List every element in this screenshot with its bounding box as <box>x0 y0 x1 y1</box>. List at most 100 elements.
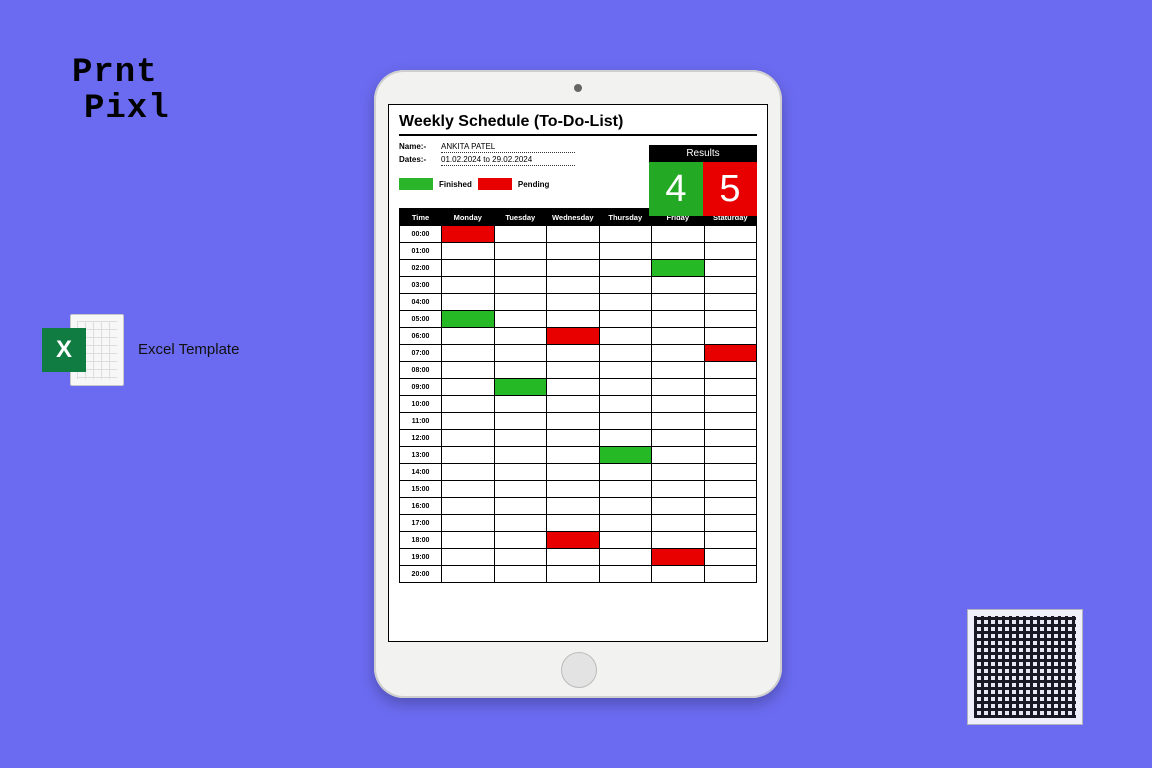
grid-cell[interactable] <box>547 226 600 243</box>
grid-cell[interactable] <box>704 328 757 345</box>
grid-cell[interactable] <box>704 549 757 566</box>
grid-cell[interactable] <box>652 498 705 515</box>
grid-cell[interactable] <box>547 243 600 260</box>
grid-cell[interactable] <box>704 447 757 464</box>
grid-cell[interactable] <box>547 311 600 328</box>
tablet-home-button[interactable] <box>561 652 597 688</box>
grid-cell[interactable] <box>652 413 705 430</box>
grid-cell[interactable] <box>442 447 495 464</box>
grid-cell[interactable] <box>652 464 705 481</box>
grid-cell[interactable] <box>494 481 547 498</box>
grid-cell[interactable] <box>599 532 652 549</box>
grid-cell[interactable] <box>442 481 495 498</box>
grid-cell[interactable] <box>494 294 547 311</box>
grid-cell[interactable] <box>599 277 652 294</box>
grid-cell[interactable] <box>704 311 757 328</box>
grid-cell[interactable] <box>547 379 600 396</box>
grid-cell[interactable] <box>442 294 495 311</box>
grid-cell[interactable] <box>599 260 652 277</box>
grid-cell[interactable] <box>442 277 495 294</box>
grid-cell[interactable] <box>599 396 652 413</box>
grid-cell[interactable] <box>547 277 600 294</box>
grid-cell[interactable] <box>442 345 495 362</box>
grid-cell[interactable] <box>652 430 705 447</box>
grid-cell[interactable] <box>599 515 652 532</box>
grid-cell[interactable] <box>547 447 600 464</box>
grid-cell[interactable] <box>599 362 652 379</box>
grid-cell[interactable] <box>442 549 495 566</box>
grid-cell[interactable] <box>704 413 757 430</box>
grid-cell[interactable] <box>652 277 705 294</box>
grid-cell[interactable] <box>494 566 547 583</box>
grid-cell[interactable] <box>704 515 757 532</box>
grid-cell[interactable] <box>442 328 495 345</box>
grid-cell[interactable] <box>494 243 547 260</box>
grid-cell[interactable] <box>599 566 652 583</box>
grid-cell[interactable] <box>652 328 705 345</box>
grid-cell[interactable] <box>704 362 757 379</box>
grid-cell[interactable] <box>494 498 547 515</box>
grid-cell[interactable] <box>494 549 547 566</box>
grid-cell[interactable] <box>547 515 600 532</box>
grid-cell[interactable] <box>494 430 547 447</box>
grid-cell[interactable] <box>494 226 547 243</box>
grid-cell[interactable] <box>652 549 705 566</box>
grid-cell[interactable] <box>652 396 705 413</box>
grid-cell[interactable] <box>599 430 652 447</box>
grid-cell[interactable] <box>494 464 547 481</box>
grid-cell[interactable] <box>442 311 495 328</box>
grid-cell[interactable] <box>599 413 652 430</box>
grid-cell[interactable] <box>599 311 652 328</box>
grid-cell[interactable] <box>652 447 705 464</box>
grid-cell[interactable] <box>547 498 600 515</box>
grid-cell[interactable] <box>494 345 547 362</box>
grid-cell[interactable] <box>704 226 757 243</box>
grid-cell[interactable] <box>442 413 495 430</box>
grid-cell[interactable] <box>494 311 547 328</box>
grid-cell[interactable] <box>494 396 547 413</box>
grid-cell[interactable] <box>599 345 652 362</box>
grid-cell[interactable] <box>442 226 495 243</box>
grid-cell[interactable] <box>494 277 547 294</box>
grid-cell[interactable] <box>547 328 600 345</box>
grid-cell[interactable] <box>599 447 652 464</box>
grid-cell[interactable] <box>704 566 757 583</box>
grid-cell[interactable] <box>494 413 547 430</box>
grid-cell[interactable] <box>652 532 705 549</box>
grid-cell[interactable] <box>652 481 705 498</box>
grid-cell[interactable] <box>547 345 600 362</box>
grid-cell[interactable] <box>704 498 757 515</box>
grid-cell[interactable] <box>704 464 757 481</box>
grid-cell[interactable] <box>599 481 652 498</box>
grid-cell[interactable] <box>442 396 495 413</box>
grid-cell[interactable] <box>599 328 652 345</box>
grid-cell[interactable] <box>442 566 495 583</box>
grid-cell[interactable] <box>599 226 652 243</box>
grid-cell[interactable] <box>494 532 547 549</box>
grid-cell[interactable] <box>547 413 600 430</box>
grid-cell[interactable] <box>704 243 757 260</box>
grid-cell[interactable] <box>652 311 705 328</box>
grid-cell[interactable] <box>494 515 547 532</box>
grid-cell[interactable] <box>547 260 600 277</box>
grid-cell[interactable] <box>704 260 757 277</box>
grid-cell[interactable] <box>599 498 652 515</box>
grid-cell[interactable] <box>652 362 705 379</box>
grid-cell[interactable] <box>494 447 547 464</box>
grid-cell[interactable] <box>547 532 600 549</box>
grid-cell[interactable] <box>547 396 600 413</box>
grid-cell[interactable] <box>494 362 547 379</box>
grid-cell[interactable] <box>704 277 757 294</box>
grid-cell[interactable] <box>652 345 705 362</box>
grid-cell[interactable] <box>547 549 600 566</box>
grid-cell[interactable] <box>442 498 495 515</box>
grid-cell[interactable] <box>652 260 705 277</box>
grid-cell[interactable] <box>704 430 757 447</box>
grid-cell[interactable] <box>704 379 757 396</box>
grid-cell[interactable] <box>704 481 757 498</box>
grid-cell[interactable] <box>704 532 757 549</box>
grid-cell[interactable] <box>704 345 757 362</box>
grid-cell[interactable] <box>652 226 705 243</box>
grid-cell[interactable] <box>442 243 495 260</box>
grid-cell[interactable] <box>599 549 652 566</box>
